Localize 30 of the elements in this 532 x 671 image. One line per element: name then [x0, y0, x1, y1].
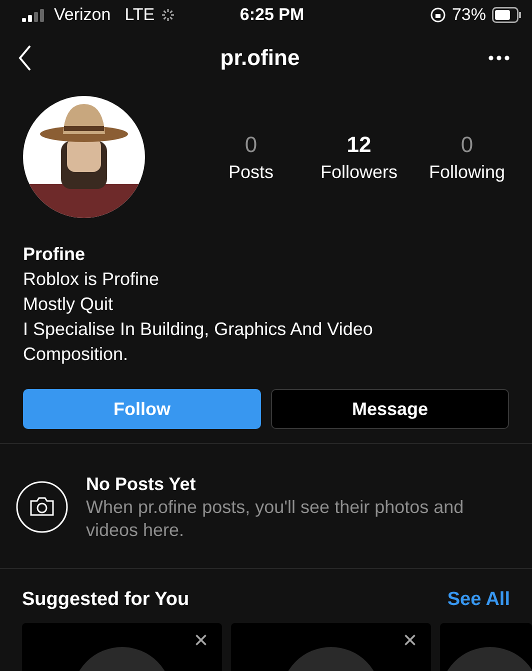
battery-percent: 73%: [452, 5, 486, 25]
carrier-name: Verizon: [54, 5, 111, 25]
close-button[interactable]: ×: [402, 629, 417, 653]
close-button[interactable]: ×: [194, 629, 208, 653]
stat-label: Posts: [228, 162, 274, 182]
battery-icon: [492, 7, 522, 23]
suggestion-card[interactable]: ×: [231, 623, 431, 671]
bio-line: Mostly Quit: [23, 293, 114, 316]
profile-name: Profine: [23, 243, 86, 266]
network-type: LTE: [124, 5, 155, 25]
see-all-link[interactable]: See All: [447, 589, 510, 611]
section-title: Suggested for You: [22, 589, 190, 611]
empty-title: No Posts Yet: [86, 472, 197, 496]
more-icon[interactable]: [488, 55, 510, 61]
camera-icon: [16, 481, 68, 533]
back-icon[interactable]: [18, 45, 32, 71]
stat-count: 12: [346, 132, 372, 158]
rotation-lock-icon: [430, 7, 446, 23]
message-button[interactable]: Message: [271, 389, 509, 429]
empty-message: When pr.ofine posts, you'll see their photos and videos here.: [86, 496, 465, 542]
clock-time: 6:25 PM: [240, 5, 304, 25]
bio-line: Roblox is Profine: [23, 268, 160, 291]
stat-count: 0: [244, 132, 258, 158]
loading-icon: [160, 8, 175, 22]
stat-label: Followers: [320, 162, 398, 182]
bio-line: I Specialise In Building, Graphics And Video Composition.: [23, 318, 374, 366]
username-title: pr.ofine: [220, 45, 300, 71]
stat-label: Following: [428, 162, 506, 182]
suggestion-card[interactable]: ×: [22, 623, 222, 671]
stat-count: 0: [460, 132, 474, 158]
